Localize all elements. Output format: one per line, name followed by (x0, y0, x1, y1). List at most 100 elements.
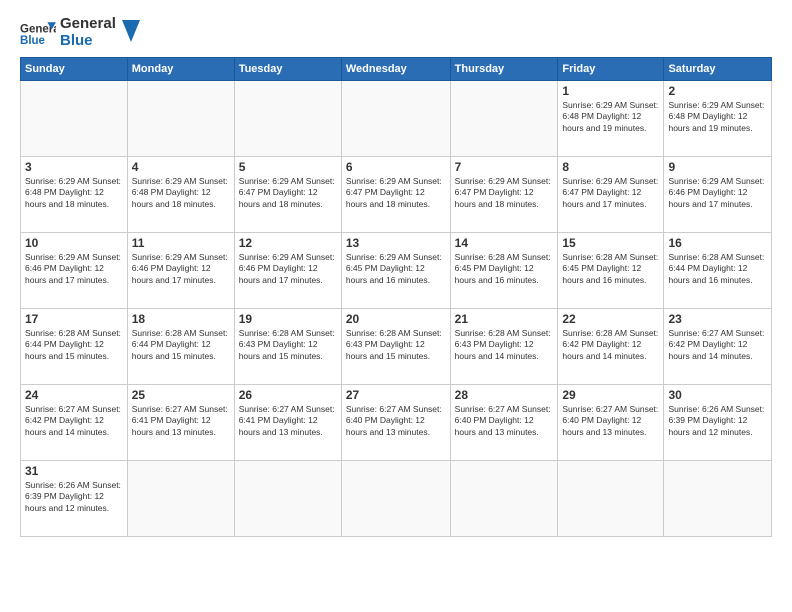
calendar-cell (341, 461, 450, 537)
day-info: Sunrise: 6:28 AM Sunset: 6:43 PM Dayligh… (346, 328, 446, 362)
calendar-cell: 30Sunrise: 6:26 AM Sunset: 6:39 PM Dayli… (664, 385, 772, 461)
calendar-cell: 29Sunrise: 6:27 AM Sunset: 6:40 PM Dayli… (558, 385, 664, 461)
day-number: 21 (455, 312, 554, 326)
weekday-header-tuesday: Tuesday (234, 58, 341, 81)
day-number: 13 (346, 236, 446, 250)
day-info: Sunrise: 6:29 AM Sunset: 6:48 PM Dayligh… (132, 176, 230, 210)
day-info: Sunrise: 6:29 AM Sunset: 6:47 PM Dayligh… (455, 176, 554, 210)
day-number: 3 (25, 160, 123, 174)
day-number: 23 (668, 312, 767, 326)
day-info: Sunrise: 6:28 AM Sunset: 6:44 PM Dayligh… (668, 252, 767, 286)
day-info: Sunrise: 6:29 AM Sunset: 6:46 PM Dayligh… (25, 252, 123, 286)
calendar-cell: 6 Sunrise: 6:29 AM Sunset: 6:47 PM Daylig… (341, 157, 450, 233)
day-number: 11 (132, 236, 230, 250)
calendar-cell: 18 Sunrise: 6:28 AM Sunset: 6:44 PM Dayli… (127, 309, 234, 385)
day-info: Sunrise: 6:28 AM Sunset: 6:44 PM Dayligh… (25, 328, 123, 362)
day-number: 4 (132, 160, 230, 174)
calendar-cell: 21Sunrise: 6:28 AM Sunset: 6:43 PM Dayli… (450, 309, 558, 385)
week-row-3: 10Sunrise: 6:29 AM Sunset: 6:46 PM Dayli… (21, 233, 772, 309)
logo-triangle-icon (122, 20, 140, 42)
week-row-6: 31Sunrise: 6:26 AM Sunset: 6:39 PM Dayli… (21, 461, 772, 537)
calendar-cell: 17 Sunrise: 6:28 AM Sunset: 6:44 PM Dayli… (21, 309, 128, 385)
calendar-cell (234, 461, 341, 537)
weekday-header-row: SundayMondayTuesdayWednesdayThursdayFrid… (21, 58, 772, 81)
header-area: General Blue General Blue (20, 16, 772, 49)
day-number: 19 (239, 312, 337, 326)
day-number: 6 (346, 160, 446, 174)
calendar-cell: 8 Sunrise: 6:29 AM Sunset: 6:47 PM Daylig… (558, 157, 664, 233)
day-info: Sunrise: 6:29 AM Sunset: 6:46 PM Dayligh… (239, 252, 337, 286)
day-number: 17 (25, 312, 123, 326)
calendar-cell: 15 Sunrise: 6:28 AM Sunset: 6:45 PM Dayli… (558, 233, 664, 309)
logo-icon: General Blue (20, 19, 56, 47)
calendar-cell (127, 461, 234, 537)
calendar-cell (127, 81, 234, 157)
week-row-2: 3 Sunrise: 6:29 AM Sunset: 6:48 PM Daylig… (21, 157, 772, 233)
week-row-4: 17 Sunrise: 6:28 AM Sunset: 6:44 PM Dayli… (21, 309, 772, 385)
day-info: Sunrise: 6:26 AM Sunset: 6:39 PM Dayligh… (668, 404, 767, 438)
day-number: 18 (132, 312, 230, 326)
day-number: 20 (346, 312, 446, 326)
calendar-header: SundayMondayTuesdayWednesdayThursdayFrid… (21, 58, 772, 81)
day-number: 28 (455, 388, 554, 402)
calendar-cell (558, 461, 664, 537)
day-number: 27 (346, 388, 446, 402)
day-number: 25 (132, 388, 230, 402)
day-number: 7 (455, 160, 554, 174)
calendar-cell: 12 Sunrise: 6:29 AM Sunset: 6:46 PM Dayli… (234, 233, 341, 309)
day-number: 2 (668, 84, 767, 98)
calendar-cell: 16 Sunrise: 6:28 AM Sunset: 6:44 PM Dayli… (664, 233, 772, 309)
calendar-cell (341, 81, 450, 157)
calendar-cell: 3 Sunrise: 6:29 AM Sunset: 6:48 PM Daylig… (21, 157, 128, 233)
calendar-cell: 5 Sunrise: 6:29 AM Sunset: 6:47 PM Daylig… (234, 157, 341, 233)
weekday-header-thursday: Thursday (450, 58, 558, 81)
day-number: 9 (668, 160, 767, 174)
calendar-body: 1 Sunrise: 6:29 AM Sunset: 6:48 PM Daylig… (21, 81, 772, 537)
weekday-header-wednesday: Wednesday (341, 58, 450, 81)
day-number: 8 (562, 160, 659, 174)
week-row-1: 1 Sunrise: 6:29 AM Sunset: 6:48 PM Daylig… (21, 81, 772, 157)
calendar-cell: 27 Sunrise: 6:27 AM Sunset: 6:40 PM Dayli… (341, 385, 450, 461)
weekday-header-friday: Friday (558, 58, 664, 81)
calendar-cell (664, 461, 772, 537)
day-info: Sunrise: 6:28 AM Sunset: 6:45 PM Dayligh… (562, 252, 659, 286)
calendar-cell: 1 Sunrise: 6:29 AM Sunset: 6:48 PM Daylig… (558, 81, 664, 157)
day-info: Sunrise: 6:28 AM Sunset: 6:43 PM Dayligh… (239, 328, 337, 362)
calendar-cell (450, 81, 558, 157)
day-number: 1 (562, 84, 659, 98)
weekday-header-monday: Monday (127, 58, 234, 81)
day-info: Sunrise: 6:29 AM Sunset: 6:47 PM Dayligh… (346, 176, 446, 210)
calendar-cell: 2 Sunrise: 6:29 AM Sunset: 6:48 PM Daylig… (664, 81, 772, 157)
day-info: Sunrise: 6:29 AM Sunset: 6:47 PM Dayligh… (562, 176, 659, 210)
calendar-cell: 20 Sunrise: 6:28 AM Sunset: 6:43 PM Dayli… (341, 309, 450, 385)
day-number: 31 (25, 464, 123, 478)
weekday-header-sunday: Sunday (21, 58, 128, 81)
day-number: 16 (668, 236, 767, 250)
calendar-cell: 7 Sunrise: 6:29 AM Sunset: 6:47 PM Daylig… (450, 157, 558, 233)
calendar-cell: 13 Sunrise: 6:29 AM Sunset: 6:45 PM Dayli… (341, 233, 450, 309)
day-info: Sunrise: 6:29 AM Sunset: 6:45 PM Dayligh… (346, 252, 446, 286)
day-info: Sunrise: 6:27 AM Sunset: 6:40 PM Dayligh… (455, 404, 554, 438)
day-number: 12 (239, 236, 337, 250)
day-info: Sunrise: 6:27 AM Sunset: 6:40 PM Dayligh… (562, 404, 659, 438)
calendar-cell: 25Sunrise: 6:27 AM Sunset: 6:41 PM Dayli… (127, 385, 234, 461)
calendar-cell: 28 Sunrise: 6:27 AM Sunset: 6:40 PM Dayli… (450, 385, 558, 461)
day-info: Sunrise: 6:28 AM Sunset: 6:45 PM Dayligh… (455, 252, 554, 286)
day-number: 15 (562, 236, 659, 250)
day-info: Sunrise: 6:29 AM Sunset: 6:48 PM Dayligh… (25, 176, 123, 210)
day-info: Sunrise: 6:29 AM Sunset: 6:48 PM Dayligh… (668, 100, 767, 134)
day-info: Sunrise: 6:29 AM Sunset: 6:46 PM Dayligh… (132, 252, 230, 286)
calendar-cell: 22Sunrise: 6:28 AM Sunset: 6:42 PM Dayli… (558, 309, 664, 385)
day-info: Sunrise: 6:29 AM Sunset: 6:47 PM Dayligh… (239, 176, 337, 210)
logo-blue: Blue (60, 33, 116, 50)
day-info: Sunrise: 6:29 AM Sunset: 6:48 PM Dayligh… (562, 100, 659, 134)
calendar-cell: 9 Sunrise: 6:29 AM Sunset: 6:46 PM Daylig… (664, 157, 772, 233)
day-info: Sunrise: 6:27 AM Sunset: 6:42 PM Dayligh… (668, 328, 767, 362)
day-info: Sunrise: 6:28 AM Sunset: 6:44 PM Dayligh… (132, 328, 230, 362)
page: General Blue General Blue SundayMondayTu… (0, 0, 792, 612)
day-info: Sunrise: 6:29 AM Sunset: 6:46 PM Dayligh… (668, 176, 767, 210)
calendar-cell: 19 Sunrise: 6:28 AM Sunset: 6:43 PM Dayli… (234, 309, 341, 385)
day-info: Sunrise: 6:27 AM Sunset: 6:40 PM Dayligh… (346, 404, 446, 438)
day-number: 5 (239, 160, 337, 174)
day-info: Sunrise: 6:28 AM Sunset: 6:42 PM Dayligh… (562, 328, 659, 362)
